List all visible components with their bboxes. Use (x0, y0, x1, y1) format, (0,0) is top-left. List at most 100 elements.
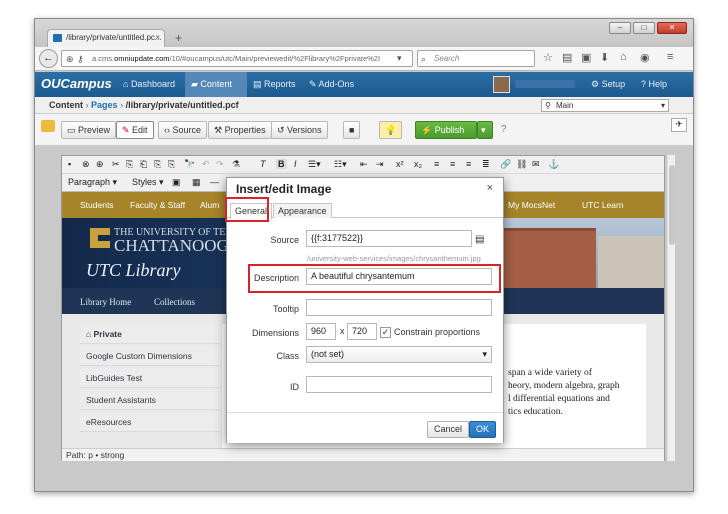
nav-dashboard[interactable]: ⌂ Dashboard (123, 79, 175, 89)
help-menu[interactable]: ? Help (641, 79, 667, 89)
unlink-icon[interactable]: ⛓ (516, 159, 527, 170)
superscript-icon[interactable]: x² (396, 159, 404, 169)
path-value[interactable]: p • strong (88, 450, 124, 460)
anchor-icon[interactable]: ⚓ (548, 159, 559, 170)
lock-icon[interactable]: ▣ (581, 51, 591, 64)
tab-close-icon[interactable]: × (155, 30, 160, 46)
class-select[interactable]: (not set) ▾ (306, 346, 492, 363)
constrain-checkbox[interactable]: ✓ (380, 327, 391, 338)
indent-icon[interactable]: ⇥ (376, 159, 384, 170)
width-input[interactable]: 960 (306, 323, 336, 340)
media-icon[interactable]: ▦ (192, 177, 201, 188)
cancel-button[interactable]: Cancel (427, 421, 470, 438)
site-menu-collections[interactable]: Collections (154, 297, 195, 307)
pin-icon[interactable]: ✈ (671, 118, 687, 132)
menu-icon[interactable]: ≡ (667, 51, 673, 63)
paste-icon[interactable]: ⎗ (140, 159, 147, 170)
site-menu-home[interactable]: Library Home (80, 297, 131, 307)
sidebar-item-private[interactable]: ⌂ Private (80, 324, 220, 344)
ok-button[interactable]: OK (469, 421, 497, 438)
outdent-icon[interactable]: ⇤ (360, 159, 368, 170)
breadcrumb-content[interactable]: Content (49, 100, 83, 110)
breadcrumb-pages[interactable]: Pages (91, 100, 118, 110)
align-center-icon[interactable]: ≡ (450, 159, 455, 169)
align-justify-icon[interactable]: ≣ (482, 159, 490, 170)
bookmark-star-icon[interactable]: ☆ (543, 51, 553, 64)
sidebar-item-students[interactable]: Student Assistants (80, 390, 220, 410)
maximize-button[interactable]: □ (633, 22, 655, 34)
insert-image-icon[interactable]: ▣ (172, 177, 181, 188)
cut-icon[interactable]: ✂ (112, 159, 120, 170)
description-input[interactable]: A beautiful chrysantemum (306, 268, 492, 285)
align-left-icon[interactable]: ≡ (434, 159, 439, 169)
site-select[interactable]: ⚲ Main ▾ (541, 99, 669, 112)
minimize-button[interactable]: – (609, 22, 631, 34)
home-icon[interactable]: ⌂ (620, 51, 627, 63)
dropdown-arrow-icon[interactable]: ▾ (397, 53, 402, 64)
site-nav-faculty[interactable]: Faculty & Staff (130, 200, 185, 210)
scrollbar-thumb[interactable] (669, 165, 675, 245)
format-select[interactable]: Paragraph ▾ (68, 177, 117, 188)
sidebar-item-eresources[interactable]: eResources (80, 412, 220, 432)
copy-icon[interactable]: ⎘ (126, 159, 133, 170)
versions-button[interactable]: ↺ Versions (271, 121, 328, 139)
download-icon[interactable]: ⬇ (600, 51, 609, 64)
lightbulb-button[interactable]: 💡 (379, 121, 403, 139)
setup-menu[interactable]: ⚙ Setup (591, 79, 625, 90)
tooltip-input[interactable] (306, 299, 492, 316)
back-button[interactable]: ← (39, 49, 58, 68)
paste-text-icon[interactable]: ⎘ (168, 159, 175, 170)
find-icon[interactable]: 🔭 (184, 159, 195, 170)
spellcheck-icon[interactable]: ⊕ (96, 159, 104, 170)
preview-button[interactable]: ▭ Preview (61, 121, 117, 139)
avatar[interactable] (493, 76, 510, 93)
id-input[interactable] (306, 376, 492, 393)
source-button[interactable]: ‹› Source (158, 121, 208, 139)
save-icon[interactable]: ▪ (68, 159, 71, 169)
bold-icon[interactable]: B (276, 159, 287, 169)
new-tab-button[interactable]: + (175, 31, 182, 45)
publish-button[interactable]: ⚡ Publish (415, 121, 477, 139)
number-list-icon[interactable]: ☷▾ (334, 159, 347, 170)
undo-icon[interactable]: ↶ (202, 159, 210, 170)
publish-options-button[interactable]: ▾ (477, 121, 493, 139)
chat-icon[interactable]: ◉ (640, 51, 650, 64)
tab-appearance[interactable]: Appearance (273, 203, 332, 218)
site-nav-alum[interactable]: Alum (200, 200, 219, 210)
align-right-icon[interactable]: ≡ (466, 159, 471, 169)
site-nav-utc-learn[interactable]: UTC Learn (582, 200, 624, 210)
redo-icon[interactable]: ↷ (216, 159, 224, 170)
format-painter-icon[interactable]: ⚗ (232, 159, 240, 170)
sidebar-item-google[interactable]: Google Custom Dimensions (80, 346, 220, 366)
styles-select[interactable]: Styles ▾ (132, 177, 164, 188)
search-input[interactable]: ⌕ Search (417, 50, 535, 67)
link-icon[interactable]: 🔗 (500, 159, 511, 170)
folder-icon[interactable] (41, 120, 55, 132)
edit-button[interactable]: ✎ Edit (116, 121, 154, 139)
browser-tab[interactable]: /library/private/untitled.pc... × (47, 29, 165, 47)
properties-button[interactable]: ⚒ Properties (208, 121, 272, 139)
browse-icon[interactable]: ▤ (475, 234, 484, 245)
vertical-scrollbar[interactable] (667, 155, 675, 461)
nav-add-ons[interactable]: ✎ Add-Ons (309, 79, 354, 90)
paste-word-icon[interactable]: ⎘ (154, 159, 161, 170)
horizontal-rule-icon[interactable]: — (210, 177, 219, 187)
source-input[interactable]: {{f:3177522}} (306, 230, 472, 247)
sidebar-item-libguides[interactable]: LibGuides Test (80, 368, 220, 388)
site-nav-mocsnet[interactable]: My MocsNet (508, 200, 555, 210)
bullet-list-icon[interactable]: ☰▾ (308, 159, 321, 170)
height-input[interactable]: 720 (347, 323, 377, 340)
nav-reports[interactable]: ▤ Reports (253, 79, 296, 90)
oucampus-logo[interactable]: OUCampus (41, 76, 112, 91)
close-icon[interactable]: × (487, 182, 493, 194)
address-bar[interactable]: ⊕ ⚷ a.cms.omniupdate.com/10/#oucampus/ut… (61, 50, 413, 67)
help-circle-icon[interactable]: ? (501, 124, 507, 135)
cancel-icon[interactable]: ⊗ (82, 159, 90, 170)
reading-list-icon[interactable]: ▤ (562, 51, 572, 64)
nav-content[interactable]: ▰ Content (191, 79, 232, 90)
email-icon[interactable]: ✉ (532, 159, 540, 170)
window-close-button[interactable]: ✕ (657, 22, 687, 34)
site-nav-students[interactable]: Students (80, 200, 114, 210)
clear-format-icon[interactable]: T (260, 159, 266, 169)
save-version-button[interactable]: ■ (343, 121, 361, 139)
